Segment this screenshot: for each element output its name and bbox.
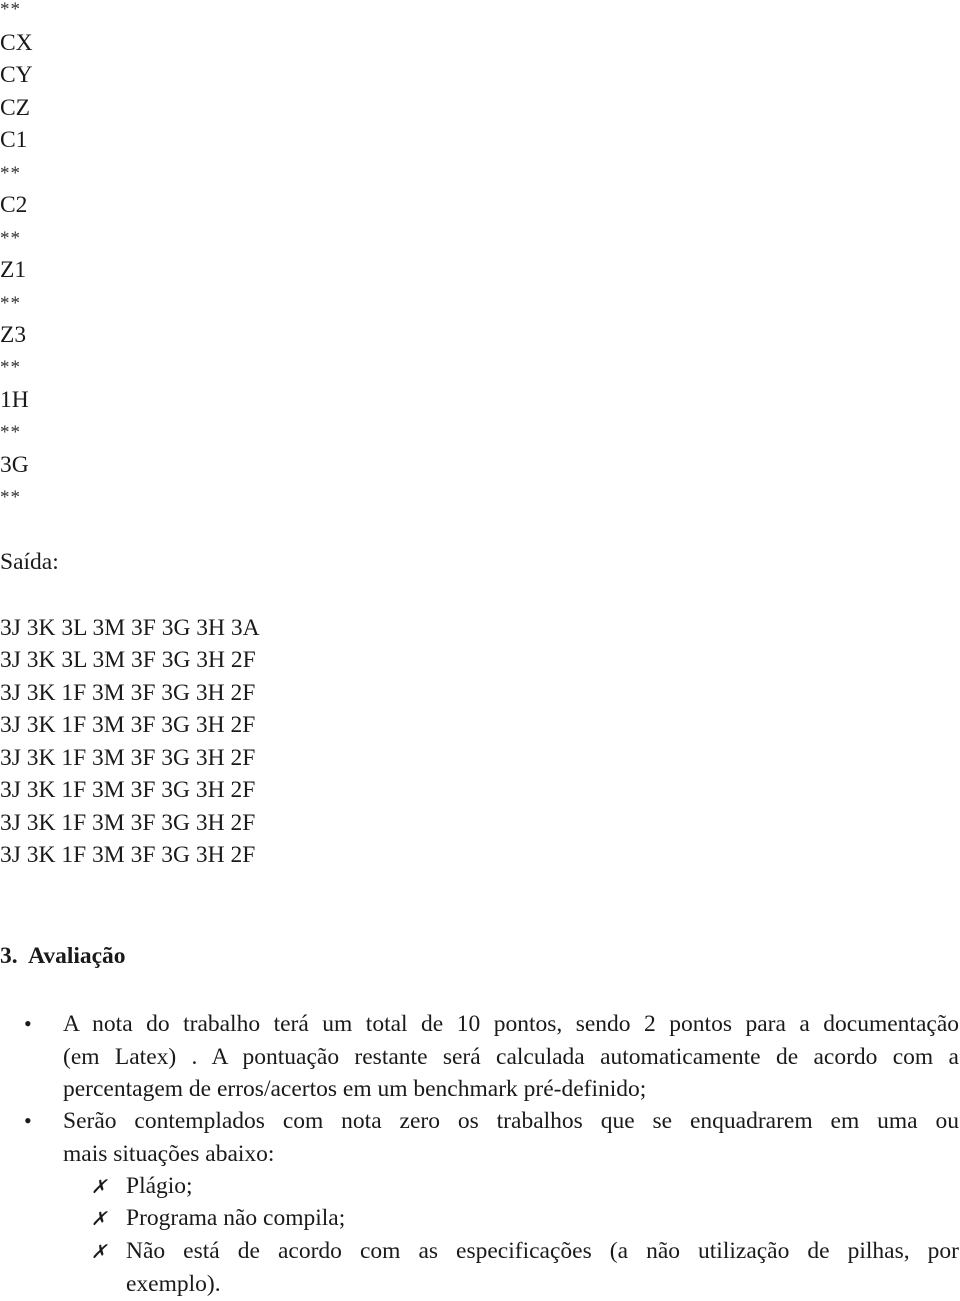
output-line: 3J 3K 3L 3M 3F 3G 3H 3A	[0, 615, 260, 641]
bullet-text: A nota do trabalho terá um total de 10 p…	[63, 1008, 959, 1106]
output-line: 3J 3K 1F 3M 3F 3G 3H 2F	[0, 680, 256, 706]
input-line: 1H	[0, 387, 29, 413]
input-line: C2	[0, 192, 28, 218]
separator-line: **	[0, 163, 21, 184]
text-line: (em Latex) . A pontuação restante será c…	[63, 1043, 959, 1070]
output-line: 3J 3K 1F 3M 3F 3G 3H 2F	[0, 810, 256, 836]
separator-line: **	[0, 228, 21, 249]
input-line: CZ	[0, 95, 31, 121]
output-line: 3J 3K 1F 3M 3F 3G 3H 2F	[0, 777, 256, 803]
separator-line: **	[0, 422, 21, 443]
x-mark-icon: ✗	[91, 1209, 107, 1230]
text-line: Serão contemplados com nota zero os trab…	[63, 1108, 959, 1134]
input-line: CX	[0, 30, 33, 56]
output-line: 3J 3K 1F 3M 3F 3G 3H 2F	[0, 712, 256, 738]
text-line: Não está de acordo com as especificações…	[126, 1238, 959, 1264]
output-line: 3J 3K 1F 3M 3F 3G 3H 2F	[0, 745, 256, 771]
bullet-text: Serão contemplados com nota zero os trab…	[63, 1105, 959, 1170]
section-number: 3.	[0, 943, 18, 969]
separator-line: **	[0, 487, 21, 508]
output-line: 3J 3K 1F 3M 3F 3G 3H 2F	[0, 842, 256, 868]
bullet-icon: •	[24, 1108, 32, 1133]
input-line: CY	[0, 62, 33, 88]
text-line: A nota do trabalho terá um total de 10 p…	[63, 1011, 959, 1037]
separator-line: **	[0, 357, 21, 378]
input-line: 3G	[0, 452, 29, 478]
output-label: Saída:	[0, 549, 59, 575]
separator-line: **	[0, 293, 21, 314]
subitem-text: Plágio;	[126, 1173, 193, 1199]
subitem-text: Programa não compila;	[126, 1205, 346, 1231]
text-line: exemplo).	[126, 1270, 221, 1297]
input-line: Z1	[0, 257, 27, 283]
output-line: 3J 3K 3L 3M 3F 3G 3H 2F	[0, 647, 256, 673]
x-mark-icon: ✗	[91, 1177, 107, 1198]
x-mark-icon: ✗	[91, 1242, 107, 1263]
text-line: percentagem de erros/acertos em um bench…	[63, 1076, 647, 1102]
input-line: Z3	[0, 322, 27, 348]
section-heading: 3. Avaliação	[0, 943, 126, 969]
subitem-text: Não está de acordo com as especificações…	[126, 1235, 959, 1300]
text-line: mais situações abaixo:	[63, 1140, 275, 1167]
input-line: C1	[0, 127, 28, 153]
separator-line: **	[0, 0, 21, 20]
section-title: Avaliação	[28, 943, 126, 969]
bullet-icon: •	[24, 1011, 32, 1036]
